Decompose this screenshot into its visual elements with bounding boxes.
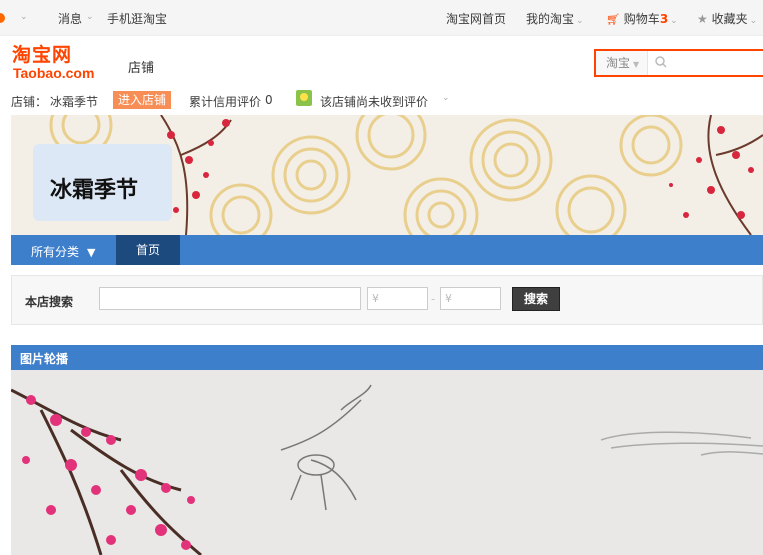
rating-icon xyxy=(296,90,312,106)
star-icon: ★ xyxy=(697,12,708,26)
my-taobao-link[interactable]: 我的淘宝 ⌄ xyxy=(526,10,584,27)
all-categories-label: 所有分类 xyxy=(31,245,80,259)
shop-prefix: 店铺： xyxy=(11,95,48,109)
cart-link[interactable]: 🛒︎ 购物车3 ⌄ xyxy=(606,10,678,27)
cart-label: 购物车 xyxy=(623,12,660,26)
chevron-down-icon: ▼ xyxy=(633,60,640,69)
price-min-input[interactable]: ¥ xyxy=(367,287,428,310)
shop-search-button[interactable]: 搜索 xyxy=(512,287,560,311)
price-max-input[interactable]: ¥ xyxy=(440,287,501,310)
global-search: 淘宝 ▼ xyxy=(594,49,763,77)
chevron-down-icon: ⌄ xyxy=(749,16,758,26)
price-range-dash: - xyxy=(431,292,436,306)
image-carousel[interactable] xyxy=(11,370,763,555)
messages-link[interactable]: 消息 xyxy=(58,10,82,27)
no-rating-text: 该店铺尚未收到评价 xyxy=(320,95,429,109)
chevron-down-icon: ⌄ xyxy=(670,16,678,26)
logo-en-text: Taobao.com xyxy=(13,65,95,81)
shop-title: 冰霜季节 xyxy=(50,178,139,203)
taobao-logo[interactable]: 淘宝网 Taobao.com xyxy=(12,44,104,84)
shop-name-card: 冰霜季节 xyxy=(33,144,172,221)
all-categories-menu[interactable]: 所有分类 ▼ xyxy=(31,243,95,260)
taobao-home-link[interactable]: 淘宝网首页 xyxy=(446,10,506,27)
shop-search-panel: 本店搜索 ¥ - ¥ 搜索 xyxy=(11,275,763,325)
shop-info-bar: 店铺： 冰霜季节 进入店铺 累计信用评价 0 该店铺尚未收到评价 ⌄ xyxy=(0,90,763,112)
site-topbar: ⌄ 消息 ⌄ 手机逛淘宝 淘宝网首页 我的淘宝 ⌄ 🛒︎ 购物车3 ⌄ ★ 收藏夹 ⌄ xyxy=(0,0,763,36)
triangle-down-icon: ▼ xyxy=(87,246,96,259)
credit-value: 0 xyxy=(265,93,273,107)
search-scope-label: 淘宝 xyxy=(606,56,631,70)
shop-search-label: 本店搜索 xyxy=(25,295,74,309)
chevron-down-icon[interactable]: ⌄ xyxy=(442,93,450,103)
shop-name-link[interactable]: 冰霜季节 xyxy=(50,93,98,110)
cart-count: 3 xyxy=(659,12,669,26)
credit-label: 累计信用评价 xyxy=(189,95,262,109)
favorites-label: 收藏夹 xyxy=(711,12,748,26)
shop-label: 店铺 xyxy=(128,61,155,76)
chevron-down-icon[interactable]: ⌄ xyxy=(20,12,28,22)
chevron-down-icon[interactable]: ⌄ xyxy=(86,12,94,22)
login-status-icon[interactable] xyxy=(0,13,5,23)
search-input[interactable] xyxy=(672,53,762,73)
shop-nav: 所有分类 ▼ 首页 xyxy=(11,235,763,265)
search-icon xyxy=(655,56,667,68)
enter-shop-button[interactable]: 进入店铺 xyxy=(113,91,172,109)
shop-keyword-input[interactable] xyxy=(99,287,361,310)
favorites-link[interactable]: ★ 收藏夹 ⌄ xyxy=(697,10,757,27)
mobile-taobao-link[interactable]: 手机逛淘宝 xyxy=(107,10,167,27)
carousel-image xyxy=(11,384,763,555)
search-scope-dropdown[interactable]: 淘宝 ▼ xyxy=(596,51,648,75)
chevron-down-icon: ⌄ xyxy=(576,16,584,26)
cart-icon: 🛒︎ xyxy=(606,13,620,26)
tab-home[interactable]: 首页 xyxy=(116,235,180,265)
logo-cn-text: 淘宝网 xyxy=(12,44,73,66)
carousel-header: 图片轮播 xyxy=(11,345,763,370)
my-taobao-label: 我的淘宝 xyxy=(526,12,575,26)
shop-banner: 冰霜季节 xyxy=(11,115,763,235)
carousel-title: 图片轮播 xyxy=(20,352,69,366)
